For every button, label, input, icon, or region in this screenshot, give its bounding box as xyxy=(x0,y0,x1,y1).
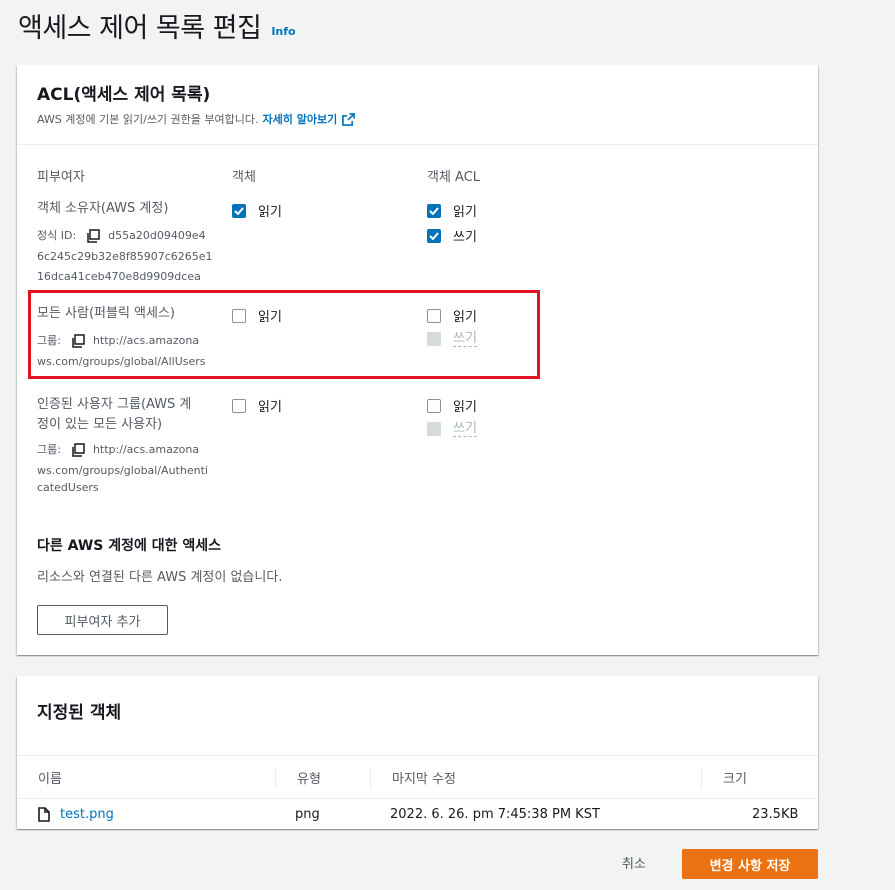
canonical-id-label: 정식 ID: xyxy=(37,229,77,242)
info-link[interactable]: Info xyxy=(271,25,295,38)
group-uri-line-1: http://acs.amazona xyxy=(92,443,200,456)
canonical-id-row: 정식 ID: d55a20d09409e4 xyxy=(37,225,213,246)
checkbox-label: 쓰기 xyxy=(453,421,477,437)
column-divider xyxy=(370,768,371,788)
external-link-icon[interactable] xyxy=(342,112,356,126)
column-header-objects: 객체 xyxy=(232,170,256,185)
column-header-size[interactable]: 크기 xyxy=(723,756,747,798)
copy-icon[interactable] xyxy=(71,333,85,348)
owner-acl-write[interactable]: 쓰기 xyxy=(427,226,477,245)
checkbox-checked[interactable] xyxy=(232,203,246,218)
other-accounts-empty: 리소스와 연결된 다른 AWS 계정이 없습니다. xyxy=(37,570,283,585)
canonical-id-line-2: 6c245c29b32e8f85907c6265e1 xyxy=(37,250,213,263)
column-header-name[interactable]: 이름 xyxy=(38,756,62,798)
checkbox-label: 읽기 xyxy=(453,205,477,220)
checkbox-checked[interactable] xyxy=(427,203,441,218)
save-changes-button[interactable]: 변경 사항 저장 xyxy=(682,849,818,879)
group-uri-line-2: ws.com/groups/global/AllUsers xyxy=(37,355,206,368)
group-row: 그룹: http://acs.amazona xyxy=(37,439,208,460)
column-header-last-modified[interactable]: 마지막 수정 xyxy=(392,756,456,798)
column-header-type[interactable]: 유형 xyxy=(297,756,321,798)
checkbox-unchecked[interactable] xyxy=(427,308,441,323)
everyone-acl-read[interactable]: 읽기 xyxy=(427,306,477,325)
owner-acl-read[interactable]: 읽기 xyxy=(427,201,477,220)
checkbox-label: 읽기 xyxy=(453,310,477,325)
checkbox-unchecked[interactable] xyxy=(427,398,441,413)
group-uri-line-3: catedUsers xyxy=(37,481,99,494)
copy-icon[interactable] xyxy=(71,442,85,457)
checkbox-disabled xyxy=(427,422,441,436)
group-row: 그룹: http://acs.amazona xyxy=(37,330,206,351)
page-header: 액세스 제어 목록 편집 Info xyxy=(18,6,296,45)
everyone-acl-write: 쓰기 xyxy=(427,331,477,347)
column-header-grantee: 피부여자 xyxy=(37,170,85,185)
objects-panel-title: 지정된 객체 xyxy=(37,703,122,723)
column-divider xyxy=(701,768,702,788)
learn-more-link[interactable]: 자세히 알아보기 xyxy=(263,111,338,127)
canonical-id-line-1: d55a20d09409e4 xyxy=(108,229,206,242)
other-accounts-title: 다른 AWS 계정에 대한 액세스 xyxy=(37,538,222,554)
checkbox-label: 읽기 xyxy=(258,400,282,415)
file-icon xyxy=(38,806,50,822)
checkbox-label: 쓰기 xyxy=(453,331,477,347)
column-divider xyxy=(275,768,276,788)
object-type-cell: png xyxy=(295,806,320,822)
authenticated-objects-read[interactable]: 읽기 xyxy=(232,396,282,415)
checkbox-checked[interactable] xyxy=(427,228,441,243)
add-grantee-button[interactable]: 피부여자 추가 xyxy=(37,605,168,635)
grantee-name: 모든 사람(퍼블릭 액세스) xyxy=(37,306,176,321)
checkbox-label: 쓰기 xyxy=(453,230,477,245)
acl-panel-title: ACL(액세스 제어 목록) xyxy=(37,85,211,105)
page-title: 액세스 제어 목록 편집 xyxy=(18,13,262,44)
group-uri-line-2: ws.com/groups/global/Authenti xyxy=(37,464,208,477)
grantee-name-line-1: 인증된 사용자 그룹(AWS 계 xyxy=(37,397,192,412)
copy-icon[interactable] xyxy=(86,228,100,243)
checkbox-unchecked[interactable] xyxy=(232,398,246,413)
grantee-name: 객체 소유자(AWS 계정) xyxy=(37,201,169,216)
checkbox-disabled xyxy=(427,332,441,346)
cancel-button[interactable]: 취소 xyxy=(622,853,646,872)
acl-panel-description: AWS 계정에 기본 읽기/쓰기 권한을 부여합니다. 자세히 알아보기 xyxy=(37,111,798,127)
table-header: 이름 유형 마지막 수정 크기 xyxy=(17,755,818,799)
checkbox-label: 읽기 xyxy=(453,400,477,415)
everyone-objects-read[interactable]: 읽기 xyxy=(232,306,282,325)
column-header-object-acl: 객체 ACL xyxy=(427,170,481,185)
checkbox-label: 읽기 xyxy=(258,310,282,325)
owner-objects-read[interactable]: 읽기 xyxy=(232,201,282,220)
checkbox-unchecked[interactable] xyxy=(232,308,246,323)
table-row-name-cell: test.png xyxy=(38,800,114,828)
group-uri-line-1: http://acs.amazona xyxy=(92,334,200,347)
objects-panel: 지정된 객체 이름 유형 마지막 수정 크기 test.png png 2022… xyxy=(17,676,818,829)
acl-panel-header: ACL(액세스 제어 목록) AWS 계정에 기본 읽기/쓰기 권한을 부여합니… xyxy=(17,65,818,145)
checkbox-label: 읽기 xyxy=(258,205,282,220)
authenticated-acl-read[interactable]: 읽기 xyxy=(427,396,477,415)
canonical-id-line-3: 16dca41ceb470e8d9909dcea xyxy=(37,270,201,283)
acl-description-text: AWS 계정에 기본 읽기/쓰기 권한을 부여합니다. xyxy=(37,113,259,126)
grantee-everyone: 모든 사람(퍼블릭 액세스) 그룹: http://acs.amazona ws… xyxy=(37,304,206,372)
group-label: 그룹: xyxy=(37,443,61,456)
object-size-cell: 23.5KB xyxy=(752,806,799,822)
grantee-owner: 객체 소유자(AWS 계정) 정식 ID: d55a20d09409e4 6c2… xyxy=(37,199,213,286)
grantee-name-line-2: 정이 있는 모든 사용자) xyxy=(37,417,163,432)
grantee-authenticated-users: 인증된 사용자 그룹(AWS 계 정이 있는 모든 사용자) 그룹: http:… xyxy=(37,395,208,495)
object-name-link[interactable]: test.png xyxy=(60,807,114,822)
group-label: 그룹: xyxy=(37,334,61,347)
authenticated-acl-write: 쓰기 xyxy=(427,421,477,437)
object-modified-cell: 2022. 6. 26. pm 7:45:38 PM KST xyxy=(390,806,600,822)
